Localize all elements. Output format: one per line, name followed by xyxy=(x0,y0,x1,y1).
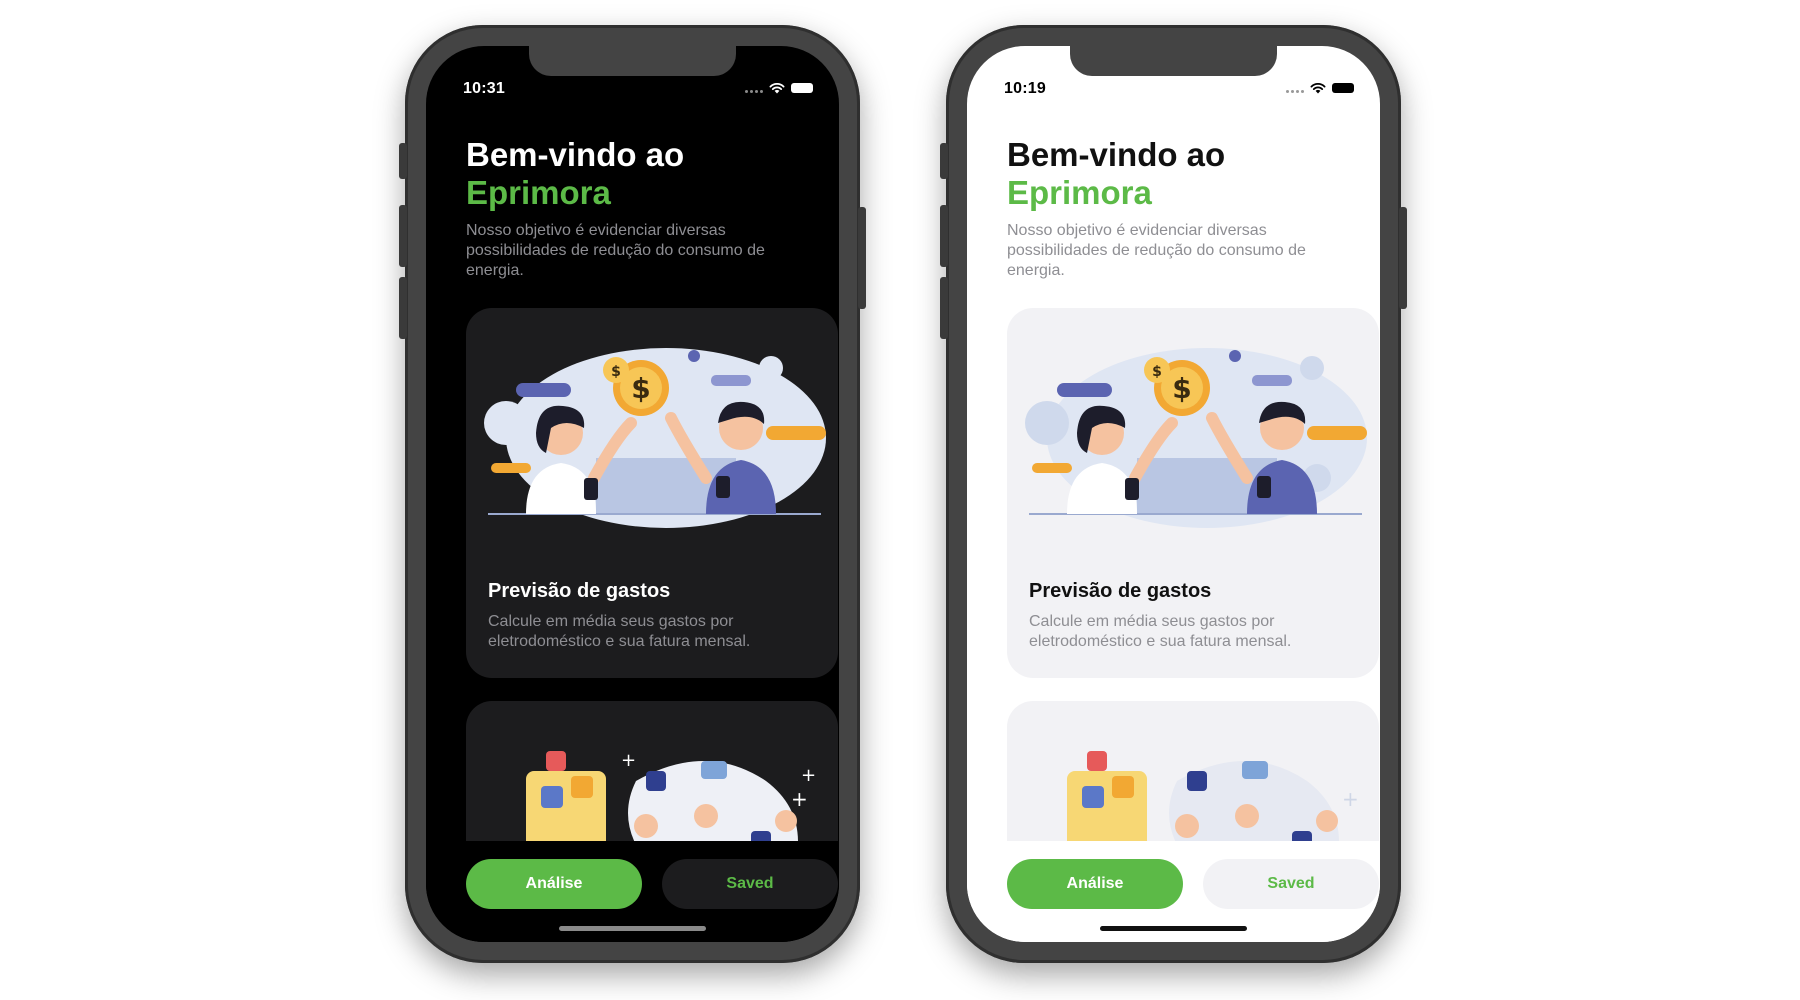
volume-up-button xyxy=(940,205,948,267)
card-title: Previsão de gastos xyxy=(488,580,671,602)
showcase-stage: 10:31 Bem-vindo ao Eprimora Nosso objeti… xyxy=(0,0,1800,1000)
battery-icon xyxy=(1332,83,1354,93)
screen: 10:19 Bem-vindo ao Eprimora Nosso objeti… xyxy=(967,46,1380,942)
status-time: 10:19 xyxy=(1004,80,1046,97)
wifi-icon xyxy=(1310,83,1326,94)
signal-dots-icon xyxy=(745,89,763,93)
notch xyxy=(529,46,736,76)
power-button xyxy=(858,207,866,309)
community-illustration: + + + xyxy=(526,750,816,841)
volume-down-button xyxy=(940,277,948,339)
analise-button[interactable]: Análise xyxy=(1007,859,1183,909)
welcome-subtitle: Nosso objetivo é evidenciar diversas pos… xyxy=(466,222,765,279)
welcome-subtitle: Nosso objetivo é evidenciar diversas pos… xyxy=(1007,222,1306,279)
volume-down-button xyxy=(399,277,407,339)
status-icons xyxy=(745,82,813,94)
mute-switch xyxy=(399,143,407,179)
status-icons xyxy=(1286,82,1354,94)
home-indicator[interactable] xyxy=(1100,926,1247,931)
card-social-preview[interactable]: + + + xyxy=(466,701,838,841)
card-previsao-gastos[interactable]: $ $ Previsão de gastos Calcule em média … xyxy=(1007,308,1379,678)
svg-text:$: $ xyxy=(1152,364,1162,380)
svg-text:$: $ xyxy=(611,364,621,380)
mute-switch xyxy=(940,143,948,179)
notch xyxy=(1070,46,1277,76)
card-social-preview[interactable]: + xyxy=(1007,701,1379,841)
card-description: Calcule em média seus gastos por eletrod… xyxy=(488,613,751,650)
home-indicator[interactable] xyxy=(559,926,706,931)
saved-button[interactable]: Saved xyxy=(662,859,838,909)
svg-text:+: + xyxy=(621,750,636,771)
signal-dots-icon xyxy=(1286,89,1304,93)
brand-name: Eprimora xyxy=(1007,174,1152,211)
phone-dark: 10:31 Bem-vindo ao Eprimora Nosso objeti… xyxy=(399,25,866,963)
svg-text:+: + xyxy=(801,765,816,786)
status-time: 10:31 xyxy=(463,80,505,97)
brand-name: Eprimora xyxy=(466,174,611,211)
svg-text:$: $ xyxy=(631,372,650,405)
people-money-illustration: $ $ xyxy=(484,348,826,528)
wifi-icon xyxy=(769,83,785,94)
card-previsao-gastos[interactable]: $ $ Previsão de gastos Calcule em média … xyxy=(466,308,838,678)
title-line: Bem-vindo ao xyxy=(1007,136,1226,173)
card-description: Calcule em média seus gastos por eletrod… xyxy=(1029,613,1292,650)
svg-text:$: $ xyxy=(1172,372,1191,405)
svg-text:+: + xyxy=(1342,787,1359,811)
battery-icon xyxy=(791,83,813,93)
volume-up-button xyxy=(399,205,407,267)
analise-button[interactable]: Análise xyxy=(466,859,642,909)
welcome-title: Bem-vindo ao Eprimora xyxy=(1007,136,1225,212)
welcome-title: Bem-vindo ao Eprimora xyxy=(466,136,684,212)
community-illustration: + xyxy=(1067,751,1359,841)
phone-light: 10:19 Bem-vindo ao Eprimora Nosso objeti… xyxy=(940,25,1407,963)
svg-text:+: + xyxy=(791,787,808,811)
power-button xyxy=(1399,207,1407,309)
title-line: Bem-vindo ao xyxy=(466,136,685,173)
screen: 10:31 Bem-vindo ao Eprimora Nosso objeti… xyxy=(426,46,839,942)
card-title: Previsão de gastos xyxy=(1029,580,1212,602)
saved-button[interactable]: Saved xyxy=(1203,859,1379,909)
people-money-illustration: $ $ xyxy=(1025,348,1367,528)
